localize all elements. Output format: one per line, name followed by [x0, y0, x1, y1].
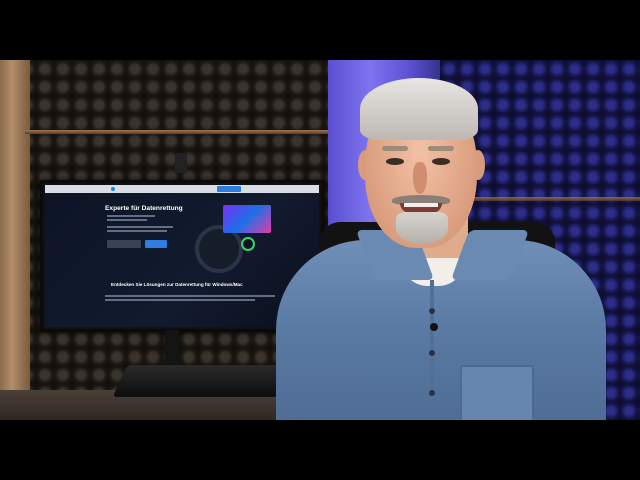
screen-text-line: [105, 299, 255, 301]
letterbox-bottom: [0, 420, 640, 480]
beard: [396, 212, 448, 244]
shirt-button: [429, 390, 435, 396]
screen-text-line: [107, 215, 155, 217]
teeth: [404, 203, 438, 207]
gray-hair: [360, 78, 478, 140]
screen-text-line: [105, 295, 275, 297]
screen-text-line: [107, 219, 147, 221]
lavalier-mic-icon: [430, 323, 438, 331]
eye-left: [386, 158, 404, 165]
screen-button-download: [107, 240, 141, 248]
monitor-stand-base: [112, 365, 293, 397]
nose: [413, 162, 427, 194]
site-cta-button: [217, 186, 241, 192]
screen-headline: Experte für Datenrettung: [105, 205, 183, 212]
hero-image: [223, 205, 271, 233]
webcam-icon: [175, 153, 187, 173]
progress-ring-icon: [241, 237, 255, 251]
monitor-stand: [165, 330, 179, 370]
eyebrow-left: [382, 146, 408, 151]
letterbox-top: [0, 0, 640, 60]
presenter: [270, 78, 610, 420]
eye-right: [432, 158, 450, 165]
video-frame: Experte für Datenrettung Entdecken Sie L…: [0, 60, 640, 420]
eyebrow-right: [428, 146, 454, 151]
screen-text-line: [107, 226, 173, 228]
screen-subheadline: Entdecken Sie Lösungen zur Datenrettung …: [111, 282, 243, 287]
screen-text-line: [107, 230, 167, 232]
site-logo-icon: [111, 187, 115, 191]
shirt-pocket: [460, 365, 534, 420]
shirt-button: [429, 350, 435, 356]
screen-button-buy: [145, 240, 167, 248]
wood-column: [0, 60, 30, 400]
shirt-button: [429, 308, 435, 314]
